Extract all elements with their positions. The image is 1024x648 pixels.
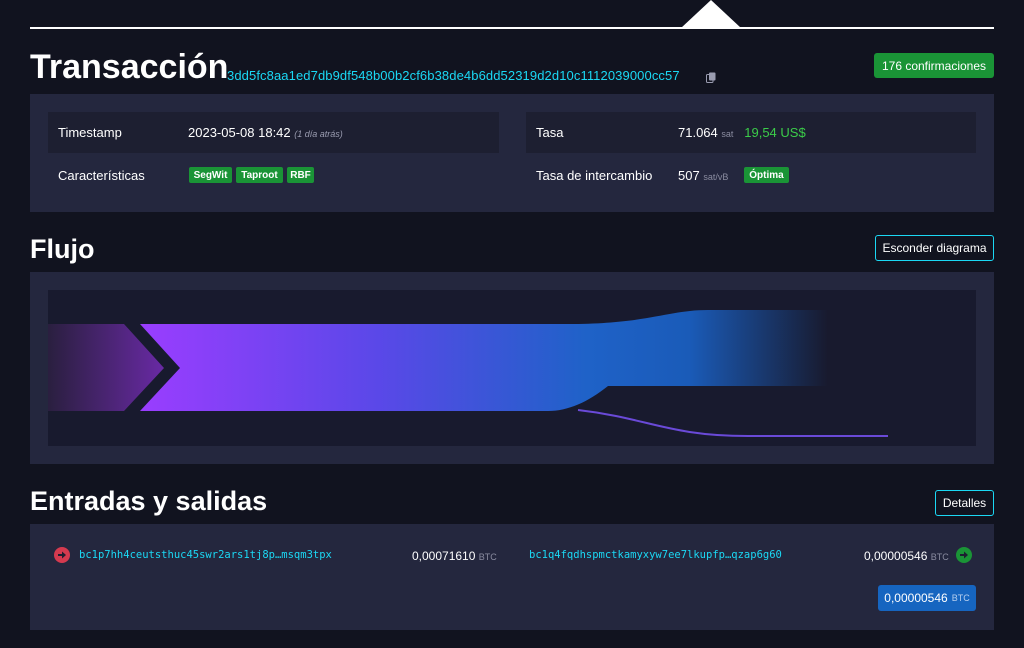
fee-value: 71.064 sat 19,54 US$ (678, 125, 806, 140)
fee-rate-label: Tasa de intercambio (536, 168, 653, 183)
confirmations-badge: 176 confirmaciones (874, 53, 994, 78)
output-amount-unit: BTC (930, 552, 949, 562)
timestamp-row: Timestamp 2023-05-08 18:42 (1 día atrás) (48, 112, 499, 153)
fee-rate-badge: Óptima (744, 167, 789, 183)
fee-unit: sat (721, 129, 734, 139)
input-address-link[interactable]: bc1p7hh4ceutsthuc45swr2ars1tj8p…msqm3tpx (79, 549, 332, 561)
output-address-link[interactable]: bc1q4fqdhspmctkamyxyw7ee7lkupfp…qzap6g60 (529, 549, 782, 561)
fee-amount: 71.064 (678, 125, 718, 140)
input-arrow-icon[interactable] (54, 547, 70, 563)
feature-tag-taproot: Taproot (236, 167, 283, 183)
io-title: Entradas y salidas (30, 486, 268, 516)
output-amount-value: 0,00000546 (864, 549, 928, 563)
timestamp-date: 2023-05-08 18:42 (188, 125, 291, 140)
output-amount: 0,00000546 BTC (864, 549, 949, 563)
fee-rate-amount: 507 (678, 168, 700, 183)
flow-diagram (48, 290, 976, 446)
feature-tag-rbf: RBF (287, 167, 314, 183)
input-amount: 0,00071610 BTC (412, 549, 497, 563)
io-panel: bc1p7hh4ceutsthuc45swr2ars1tj8p…msqm3tpx… (30, 524, 994, 630)
txid-link[interactable]: 3dd5fc8aa1ed7db9df548b00b2cf6b38de4b6dd5… (227, 68, 680, 83)
hide-diagram-button[interactable]: Esconder diagrama (875, 235, 994, 261)
header-divider (30, 27, 994, 29)
input-amount-unit: BTC (478, 552, 497, 562)
details-button[interactable]: Detalles (935, 490, 994, 516)
features-label: Características (58, 168, 145, 183)
fee-label: Tasa (536, 125, 564, 140)
copy-icon[interactable] (706, 70, 716, 83)
timestamp-ago: (1 día atrás) (294, 129, 343, 139)
total-amount: 0,00000546 (884, 591, 948, 605)
feature-tag-segwit: SegWit (189, 167, 232, 183)
total-output-badge: 0,00000546 BTC (878, 585, 976, 611)
flow-panel (30, 272, 994, 464)
header-caret (681, 0, 741, 28)
output-arrow-icon[interactable] (956, 547, 972, 563)
fee-row: Tasa 71.064 sat 19,54 US$ (526, 112, 976, 153)
input-amount-value: 0,00071610 (412, 549, 476, 563)
fee-rate-value: 507 sat/vB (678, 168, 728, 183)
fee-usd: 19,54 US$ (744, 125, 806, 140)
details-panel: Timestamp 2023-05-08 18:42 (1 día atrás)… (30, 94, 994, 212)
timestamp-label: Timestamp (58, 125, 122, 140)
total-unit: BTC (951, 593, 970, 603)
timestamp-value: 2023-05-08 18:42 (1 día atrás) (188, 125, 343, 140)
flow-title: Flujo (30, 234, 95, 264)
page-title: Transacción (30, 48, 229, 86)
fee-rate-unit: sat/vB (703, 172, 729, 182)
